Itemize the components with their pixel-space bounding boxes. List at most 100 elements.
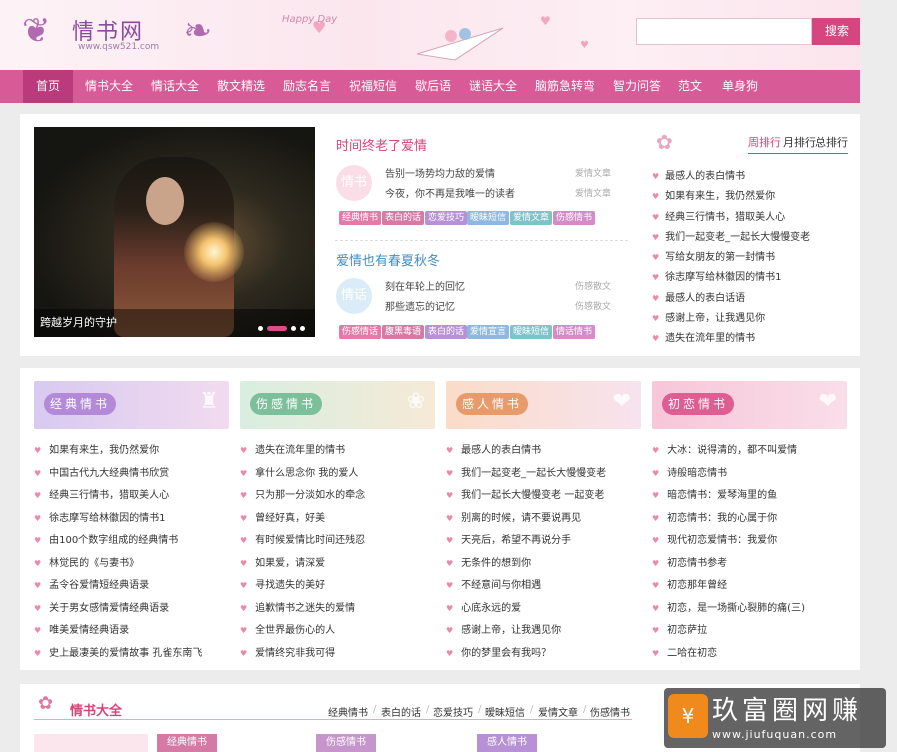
column-list-item[interactable]: ♥ 如果有来生，我仍然爱你 <box>34 441 159 456</box>
image-slider[interactable]: 跨越岁月的守护 <box>34 127 315 337</box>
column-list-item[interactable]: ♥ 遗失在流年里的情书 <box>240 441 345 456</box>
rank-item[interactable]: ♥ 经典三行情书，猎取美人心 <box>652 208 785 223</box>
tag[interactable]: 爱情文章 <box>510 211 553 225</box>
tag[interactable]: 表白的话 <box>425 325 468 339</box>
column-list-item[interactable]: ♥ 追歉情书之迷失的爱情 <box>240 599 355 614</box>
featured-category[interactable]: 伤感散文 <box>575 279 611 292</box>
section-link[interactable]: 暧昧短信 <box>485 704 525 719</box>
column-item-label[interactable]: 感谢上帝，让我遇见你 <box>461 625 561 636</box>
rank-item[interactable]: ♥ 徐志摩写给林徽因的情书1 <box>652 268 782 283</box>
column-list-item[interactable]: ♥ 中国古代九大经典情书欣赏 <box>34 464 169 479</box>
column-item-label[interactable]: 别离的时候，请不要说再见 <box>461 513 581 524</box>
column-list-item[interactable]: ♥ 经典三行情书，猎取美人心 <box>34 486 169 501</box>
featured-category[interactable]: 爱情文章 <box>575 186 611 199</box>
column-item-label[interactable]: 大冰：说得清的，都不叫爱情 <box>667 445 797 456</box>
tag[interactable]: 爱情宣言 <box>467 325 510 339</box>
column-header-touching[interactable]: 感人情书 ❤ <box>446 381 641 429</box>
slide-caption[interactable]: 跨越岁月的守护 <box>40 314 117 330</box>
featured-link[interactable]: 刻在年轮上的回忆 <box>385 278 465 293</box>
site-logo[interactable]: ❦ 情书网 www.qsw521.com ❧ <box>22 8 212 58</box>
column-list-item[interactable]: ♥ 孟令谷爱情短经典语录 <box>34 576 149 591</box>
column-list-item[interactable]: ♥ 诗般暗恋情书 <box>652 464 727 479</box>
column-item-label[interactable]: 初恋情书参考 <box>667 558 727 569</box>
slider-dot[interactable] <box>291 325 296 331</box>
column-item-label[interactable]: 遗失在流年里的情书 <box>255 445 345 456</box>
column-item-label[interactable]: 爱情终究非我可得 <box>255 648 335 659</box>
section-link[interactable]: 经典情书 <box>328 704 368 719</box>
tag[interactable]: 经典情书 <box>339 211 382 225</box>
column-item-label[interactable]: 孟令谷爱情短经典语录 <box>49 580 149 591</box>
column-item-label[interactable]: 心底永远的爱 <box>461 603 521 614</box>
column-list-item[interactable]: ♥ 拿什么思念你 我的爱人 <box>240 464 358 479</box>
column-item-label[interactable]: 林觉民的《与妻书》 <box>49 558 139 569</box>
featured-link[interactable]: 今夜，你不再是我唯一的读者 <box>385 185 515 200</box>
column-item-label[interactable]: 我们一起长大慢慢变老 一起变老 <box>461 490 604 501</box>
column-header-sad[interactable]: 伤感情书 ❀ <box>240 381 435 429</box>
column-list-item[interactable]: ♥ 曾经好真，好美 <box>240 509 325 524</box>
column-list-item[interactable]: ♥ 唯美爱情经典语录 <box>34 621 129 636</box>
column-list-item[interactable]: ♥ 只为那一分淡如水的牵念 <box>240 486 365 501</box>
nav-item-greetings[interactable]: 祝福短信 <box>344 70 402 103</box>
column-list-item[interactable]: ♥ 林觉民的《与妻书》 <box>34 554 139 569</box>
column-list-item[interactable]: ♥ 有时候爱情比时间还残忍 <box>240 531 365 546</box>
column-item-label[interactable]: 无条件的想到你 <box>461 558 531 569</box>
column-item-label[interactable]: 现代初恋爱情书：我爱你 <box>667 535 777 546</box>
column-list-item[interactable]: ♥ 初恋情书参考 <box>652 554 727 569</box>
column-list-item[interactable]: ♥ 初恋萨拉 <box>652 621 707 636</box>
column-item-label[interactable]: 你的梦里会有我吗？ <box>461 648 551 659</box>
column-list-item[interactable]: ♥ 心底永远的爱 <box>446 599 521 614</box>
nav-item-love-words[interactable]: 情话大全 <box>146 70 204 103</box>
rank-item[interactable]: ♥ 我们一起变老_一起长大慢慢变老 <box>652 228 810 243</box>
featured-link[interactable]: 告别一场势均力敌的爱情 <box>385 165 495 180</box>
column-list-item[interactable]: ♥ 关于男女感情爱情经典语录 <box>34 599 169 614</box>
column-item-label[interactable]: 由100个数字组成的经典情书 <box>49 535 178 546</box>
rank-tab-weekly[interactable]: 周排行 <box>748 134 781 150</box>
column-item-label[interactable]: 史上最凄美的爱情故事 孔雀东南飞 <box>49 648 202 659</box>
nav-item-xiehouyu[interactable]: 歇后语 <box>410 70 456 103</box>
column-item-label[interactable]: 寻找遗失的美好 <box>255 580 325 591</box>
column-item-label[interactable]: 有时候爱情比时间还残忍 <box>255 535 365 546</box>
column-header-first-love[interactable]: 初恋情书 ❤ <box>652 381 847 429</box>
column-item-label[interactable]: 只为那一分淡如水的牵念 <box>255 490 365 501</box>
column-title[interactable]: 初恋情书 <box>662 393 735 415</box>
section-link[interactable]: 爱情文章 <box>538 704 578 719</box>
column-item-label[interactable]: 初恋萨拉 <box>667 625 707 636</box>
column-item-label[interactable]: 暗恋情书：爱琴海里的鱼 <box>667 490 777 501</box>
column-header-classic[interactable]: 经典情书 ♜ <box>34 381 229 429</box>
search-button[interactable]: 搜索 <box>812 18 862 45</box>
column-list-item[interactable]: ♥ 如果爱，请深爱 <box>240 554 325 569</box>
column-list-item[interactable]: ♥ 全世界最伤心的人 <box>240 621 335 636</box>
column-list-item[interactable]: ♥ 由100个数字组成的经典情书 <box>34 531 178 546</box>
column-list-item[interactable]: ♥ 初恋，是一场撕心裂肺的痛(三) <box>652 599 805 614</box>
featured-title[interactable]: 时间终老了爱情 <box>336 135 427 154</box>
column-item-label[interactable]: 追歉情书之迷失的爱情 <box>255 603 355 614</box>
nav-item-essays[interactable]: 散文精选 <box>212 70 270 103</box>
column-list-item[interactable]: ♥ 大冰：说得清的，都不叫爱情 <box>652 441 797 456</box>
tag[interactable]: 暧昧短信 <box>510 325 553 339</box>
column-item-label[interactable]: 徐志摩写给林徽因的情书1 <box>49 513 165 524</box>
subtab[interactable]: 经典情书 <box>157 734 217 752</box>
column-list-item[interactable]: ♥ 最感人的表白情书 <box>446 441 541 456</box>
nav-item-love-letters[interactable]: 情书大全 <box>80 70 138 103</box>
column-item-label[interactable]: 如果爱，请深爱 <box>255 558 325 569</box>
column-list-item[interactable]: ♥ 别离的时候，请不要说再见 <box>446 509 581 524</box>
column-item-label[interactable]: 最感人的表白情书 <box>461 445 541 456</box>
column-item-label[interactable]: 中国古代九大经典情书欣赏 <box>49 468 169 479</box>
column-item-label[interactable]: 全世界最伤心的人 <box>255 625 335 636</box>
column-list-item[interactable]: ♥ 初恋情书：我的心属于你 <box>652 509 777 524</box>
nav-item-riddles[interactable]: 谜语大全 <box>464 70 522 103</box>
column-item-label[interactable]: 二哈在初恋 <box>667 648 717 659</box>
column-item-label[interactable]: 初恋那年曾经 <box>667 580 727 591</box>
tag[interactable]: 情话情书 <box>553 325 596 339</box>
tag[interactable]: 表白的话 <box>382 211 425 225</box>
column-item-label[interactable]: 拿什么思念你 我的爱人 <box>255 468 358 479</box>
tag[interactable]: 伤感情书 <box>553 211 596 225</box>
slider-dot[interactable] <box>300 325 305 331</box>
nav-item-quiz[interactable]: 智力问答 <box>608 70 666 103</box>
featured-title[interactable]: 爱情也有春夏秋冬 <box>336 250 440 269</box>
column-item-label[interactable]: 我们一起变老_一起长大慢慢变老 <box>461 468 606 479</box>
featured-category[interactable]: 伤感散文 <box>575 299 611 312</box>
subtab[interactable]: 伤感情书 <box>316 734 376 752</box>
column-list-item[interactable]: ♥ 现代初恋爱情书：我爱你 <box>652 531 777 546</box>
rank-tab-monthly[interactable]: 月排行 <box>783 134 816 150</box>
